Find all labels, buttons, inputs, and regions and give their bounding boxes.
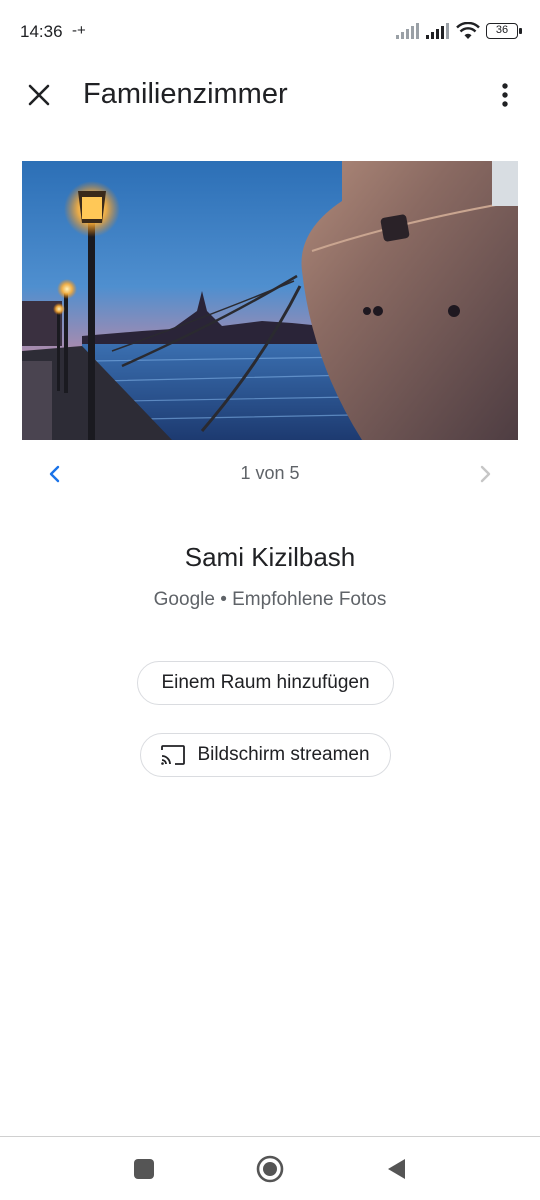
cast-screen-label: Bildschirm streamen [197, 744, 370, 765]
back-icon [388, 1159, 405, 1179]
close-icon [28, 84, 50, 106]
cast-screen-button[interactable]: Bildschirm streamen [140, 733, 391, 777]
add-to-room-button[interactable]: Einem Raum hinzufügen [137, 661, 394, 705]
close-button[interactable] [22, 78, 56, 112]
chevron-right-icon [480, 465, 491, 483]
next-photo-button [470, 458, 502, 490]
featured-photo[interactable] [22, 161, 518, 440]
cast-icon [161, 745, 186, 765]
status-bar: 14:36 -+ 36 [0, 0, 540, 64]
status-time: 14:36 [20, 22, 63, 41]
app-bar: Familienzimmer [0, 64, 540, 128]
home-icon [256, 1155, 284, 1183]
recent-apps-icon [134, 1159, 154, 1179]
wifi-icon [456, 22, 480, 39]
status-icons: 36 [396, 22, 522, 40]
add-to-room-label: Einem Raum hinzufügen [161, 672, 370, 693]
recent-apps-button[interactable] [128, 1153, 160, 1185]
signal-icon [426, 23, 449, 39]
photographer-name: Sami Kizilbash [184, 542, 356, 572]
home-button[interactable] [254, 1153, 286, 1185]
signal-icon [396, 23, 419, 39]
photo-source: Google • Empfohlene Fotos [153, 589, 387, 610]
more-options-button[interactable] [490, 78, 520, 112]
harbor-photo [22, 161, 518, 440]
pager-position: 1 von 5 [240, 463, 300, 483]
data-indicator: -+ [72, 22, 86, 39]
battery-level: 36 [495, 24, 509, 36]
system-nav-bar [0, 1136, 540, 1200]
page-title: Familienzimmer [83, 78, 288, 110]
battery-icon: 36 [486, 23, 522, 39]
more-vert-icon [502, 83, 508, 107]
back-button[interactable] [380, 1153, 412, 1185]
photo-pager: 1 von 5 [0, 452, 540, 494]
